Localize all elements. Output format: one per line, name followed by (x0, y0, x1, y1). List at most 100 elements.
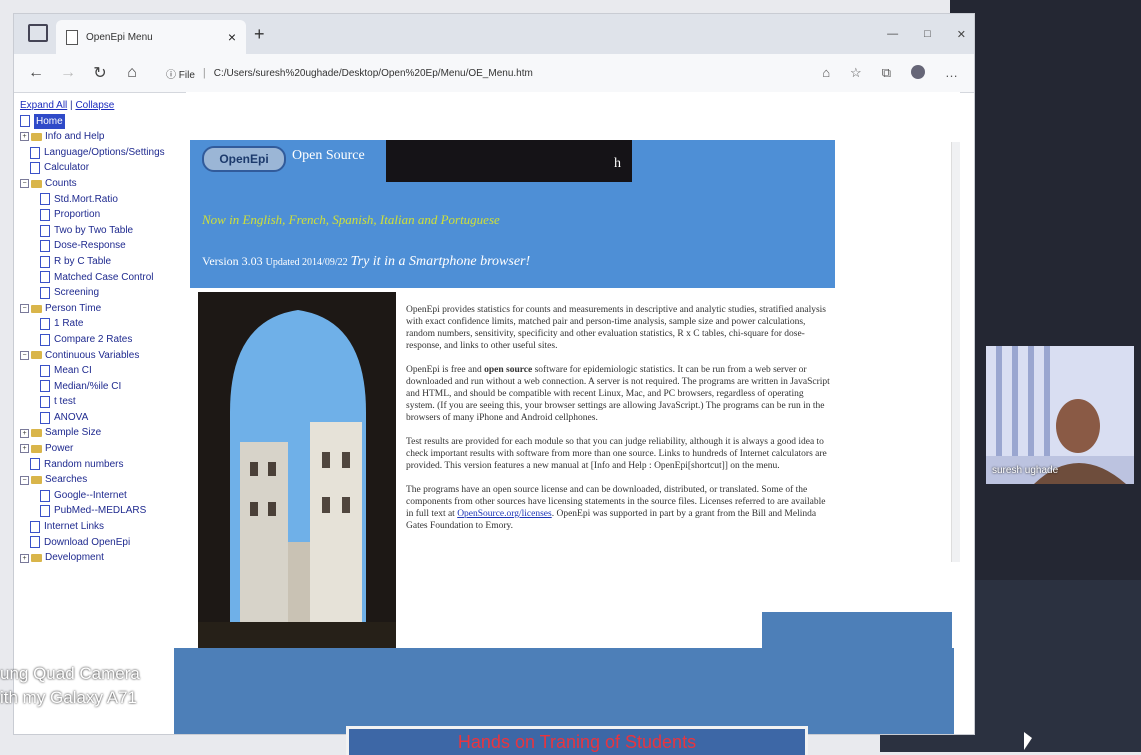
page-icon (30, 146, 40, 159)
forward-arrow-icon[interactable]: → (58, 64, 78, 82)
new-tab-button[interactable]: + (254, 24, 265, 45)
profile-icon[interactable] (911, 65, 925, 79)
page-icon (30, 520, 40, 533)
site-info-label[interactable]: ⓘ File (166, 66, 195, 81)
sidebar-item[interactable]: ANOVA (20, 410, 190, 426)
sidebar-top-links: Expand All | Collapse (20, 98, 190, 114)
languages-line: Now in English, French, Spanish, Italian… (202, 212, 500, 227)
refresh-icon[interactable]: ↻ (90, 63, 110, 83)
sidebar-item[interactable]: Dose-Response (20, 238, 190, 254)
collapse-icon[interactable]: − (20, 304, 29, 314)
sidebar-item[interactable]: Matched Case Control (20, 270, 190, 286)
tab-actions-icon[interactable] (28, 24, 48, 42)
collections-icon[interactable]: ⧉ (882, 65, 891, 81)
home-icon[interactable]: ⌂ (122, 64, 142, 82)
folder-icon (31, 179, 42, 188)
sidebar-item[interactable]: Random numbers (20, 457, 190, 473)
page-icon (40, 240, 50, 253)
tab-close-icon[interactable]: × (228, 29, 236, 45)
expand-icon[interactable]: + (20, 444, 29, 454)
sidebar-item[interactable]: t test (20, 394, 190, 410)
maximize-button[interactable]: □ (924, 28, 931, 41)
training-banner: Hands on Traning of Students (346, 726, 808, 755)
page-icon (40, 286, 50, 299)
read-aloud-icon[interactable]: ⌂ (822, 65, 830, 81)
sidebar-item-label: Language/Options/Settings (44, 146, 165, 158)
sidebar-item-label: Person Time (45, 302, 102, 314)
sidebar-item[interactable]: PubMed--MEDLARS (20, 503, 190, 519)
toolbar-right: ⌂ ☆ ⧉ … (822, 65, 958, 81)
sidebar-item-label: ANOVA (54, 411, 89, 423)
url-field[interactable]: C:/Users/suresh%20ughade/Desktop/Open%20… (214, 68, 533, 79)
sidebar-item-label: Power (45, 443, 74, 455)
sidebar-item[interactable]: Google--Internet (20, 488, 190, 504)
sidebar-item[interactable]: Internet Links (20, 519, 190, 535)
video-participant-tile[interactable]: suresh ughade (986, 346, 1134, 484)
sidebar-item[interactable]: Mean CI (20, 363, 190, 379)
sidebar-item[interactable]: Screening (20, 285, 190, 301)
smartphone-link[interactable]: Try it in a Smartphone browser! (351, 254, 531, 269)
sidebar-item[interactable]: − Person Time (20, 301, 190, 317)
sidebar-item[interactable]: Median/%ile CI (20, 379, 190, 395)
collapse-icon[interactable]: − (20, 475, 29, 485)
window-controls: — □ ✕ (887, 28, 966, 41)
folder-icon (31, 444, 42, 453)
sidebar-item[interactable]: Compare 2 Rates (20, 332, 190, 348)
expand-icon[interactable]: + (20, 553, 29, 563)
sidebar-item[interactable]: Std.Mort.Ratio (20, 192, 190, 208)
expand-icon[interactable]: + (20, 428, 29, 438)
licenses-link[interactable]: OpenSource.org/licenses (457, 509, 552, 519)
sidebar-item-label: Two by Two Table (54, 224, 134, 236)
sidebar-item[interactable]: Home (20, 113, 190, 130)
sidebar-item[interactable]: + Power (20, 441, 190, 457)
sidebar-item-label: 1 Rate (54, 318, 84, 330)
folder-icon (31, 554, 42, 563)
sidebar-item[interactable]: − Counts (20, 176, 190, 192)
blue-overlay-panel-upper (762, 612, 952, 652)
folder-icon (31, 351, 42, 360)
p2-start: OpenEpi is free and (406, 365, 485, 375)
page-icon (40, 396, 50, 409)
sidebar-item-label: Screening (54, 287, 100, 299)
sidebar-item-label: Home (34, 113, 65, 130)
sidebar-item[interactable]: Language/Options/Settings (20, 145, 190, 161)
sidebar-item-label: Development (45, 552, 104, 564)
page-icon (40, 505, 50, 518)
sidebar-item[interactable]: Proportion (20, 207, 190, 223)
favorite-icon[interactable]: ☆ (850, 65, 862, 81)
minimize-button[interactable]: — (887, 28, 898, 41)
collapse-link[interactable]: Collapse (75, 100, 114, 111)
sidebar-item[interactable]: Download OpenEpi (20, 535, 190, 551)
sidebar-item[interactable]: + Info and Help (20, 129, 190, 145)
tab-openepi-menu[interactable]: OpenEpi Menu × (56, 20, 246, 54)
banner-title: Open Source (292, 148, 365, 163)
sidebar-item-label: Calculator (44, 162, 90, 174)
top-links-separator: | (70, 100, 73, 111)
collapse-icon[interactable]: − (20, 179, 29, 189)
collapse-icon[interactable]: − (20, 350, 29, 360)
close-window-button[interactable]: ✕ (957, 28, 966, 41)
vertical-scrollbar[interactable] (951, 142, 960, 562)
page-icon (40, 333, 50, 346)
more-icon[interactable]: … (945, 65, 958, 81)
sidebar-item[interactable]: − Searches (20, 472, 190, 488)
sidebar-item[interactable]: − Continuous Variables (20, 348, 190, 364)
sidebar-item-label: Counts (45, 177, 77, 189)
sidebar-item-label: Continuous Variables (45, 349, 140, 361)
sidebar-item[interactable]: + Development (20, 550, 190, 566)
intro-paragraph-1: OpenEpi provides statistics for counts a… (406, 305, 827, 351)
redaction-box (386, 140, 632, 182)
sidebar-item-label: Dose-Response (54, 240, 126, 252)
menu-tree: Home + Info and Help Language/Options/Setti… (20, 113, 190, 566)
sidebar-item[interactable]: 1 Rate (20, 316, 190, 332)
sidebar-item[interactable]: Two by Two Table (20, 223, 190, 239)
expand-all-link[interactable]: Expand All (20, 100, 67, 111)
sidebar-item[interactable]: Calculator (20, 160, 190, 176)
sidebar-item-label: R by C Table (54, 255, 112, 267)
back-arrow-icon[interactable]: ← (26, 64, 46, 82)
expand-icon[interactable]: + (20, 132, 29, 142)
openepi-logo: OpenEpi (202, 146, 286, 172)
sidebar-item[interactable]: + Sample Size (20, 425, 190, 441)
sidebar-item[interactable]: R by C Table (20, 254, 190, 270)
folder-icon (31, 132, 42, 141)
